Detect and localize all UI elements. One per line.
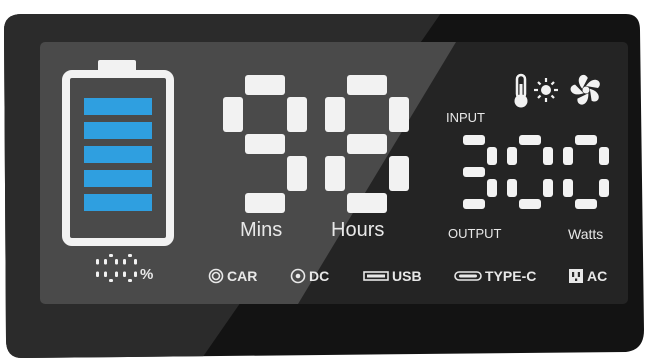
battery-level-bars — [84, 98, 152, 211]
battery-bar — [84, 146, 152, 163]
segment — [599, 147, 609, 165]
segment — [389, 97, 409, 132]
segment — [563, 147, 573, 165]
segment — [347, 75, 387, 95]
usb-port-icon — [363, 271, 389, 281]
segment — [134, 259, 137, 265]
segment — [287, 97, 307, 132]
segment — [487, 147, 497, 165]
segment — [463, 135, 485, 145]
segment — [96, 271, 99, 277]
power-watts-digits — [450, 134, 612, 214]
port-dc-label: DC — [309, 268, 330, 284]
segment — [104, 259, 107, 265]
port-usb: USB — [363, 268, 422, 284]
battery-percent-value — [84, 253, 146, 285]
segment — [325, 156, 345, 191]
port-type-c-label: TYPE-C — [485, 268, 537, 284]
segment — [134, 271, 137, 277]
type-c-port-icon — [454, 271, 482, 281]
battery-percent-unit: % — [140, 266, 154, 283]
status-icons — [514, 73, 600, 108]
thermometer-icon — [514, 73, 528, 108]
fan-icon — [570, 74, 600, 105]
segment — [575, 135, 597, 145]
segment — [463, 199, 485, 209]
car-port-icon — [208, 268, 224, 284]
segment — [575, 199, 597, 209]
segment — [487, 179, 497, 197]
segment — [347, 193, 387, 213]
segment — [507, 147, 517, 165]
segment — [325, 97, 345, 132]
dc-port-icon — [290, 268, 306, 284]
segment — [347, 134, 387, 154]
segment — [245, 134, 285, 154]
port-ac: AC — [568, 268, 607, 284]
runtime-digits — [222, 74, 412, 214]
segment — [543, 179, 553, 197]
port-usb-label: USB — [392, 268, 422, 284]
segment — [123, 271, 126, 277]
segment — [389, 156, 409, 191]
segment — [245, 75, 285, 95]
port-car: CAR — [208, 268, 257, 284]
battery-bar — [84, 98, 152, 115]
port-type-c: TYPE-C — [454, 268, 536, 284]
segment — [463, 167, 485, 177]
segment — [563, 179, 573, 197]
port-car-label: CAR — [227, 268, 258, 284]
battery-bar — [84, 170, 152, 187]
segment — [128, 279, 132, 282]
output-label: OUTPUT — [448, 226, 502, 241]
runtime-unit-mins: Mins — [240, 219, 283, 241]
port-ac-label: AC — [587, 268, 608, 284]
segment — [104, 271, 107, 277]
segment — [123, 259, 126, 265]
segment — [115, 271, 118, 277]
segment — [519, 135, 541, 145]
segment — [543, 147, 553, 165]
input-label: INPUT — [446, 110, 485, 125]
segment — [507, 179, 517, 197]
segment — [245, 193, 285, 213]
segment — [599, 179, 609, 197]
segment — [115, 259, 118, 265]
ac-outlet-icon — [569, 269, 583, 283]
watts-unit: Watts — [568, 226, 604, 242]
port-dc: DC — [290, 268, 329, 284]
segment — [109, 279, 113, 282]
battery-bar — [84, 122, 152, 139]
segment — [287, 156, 307, 191]
runtime-unit-hours: Hours — [331, 219, 385, 241]
segment — [519, 199, 541, 209]
segment — [109, 254, 113, 257]
segment — [128, 254, 132, 257]
segment — [96, 259, 99, 265]
battery-icon — [62, 60, 174, 246]
segment — [223, 97, 243, 132]
battery-bar — [84, 194, 152, 211]
sun-icon — [534, 78, 558, 102]
